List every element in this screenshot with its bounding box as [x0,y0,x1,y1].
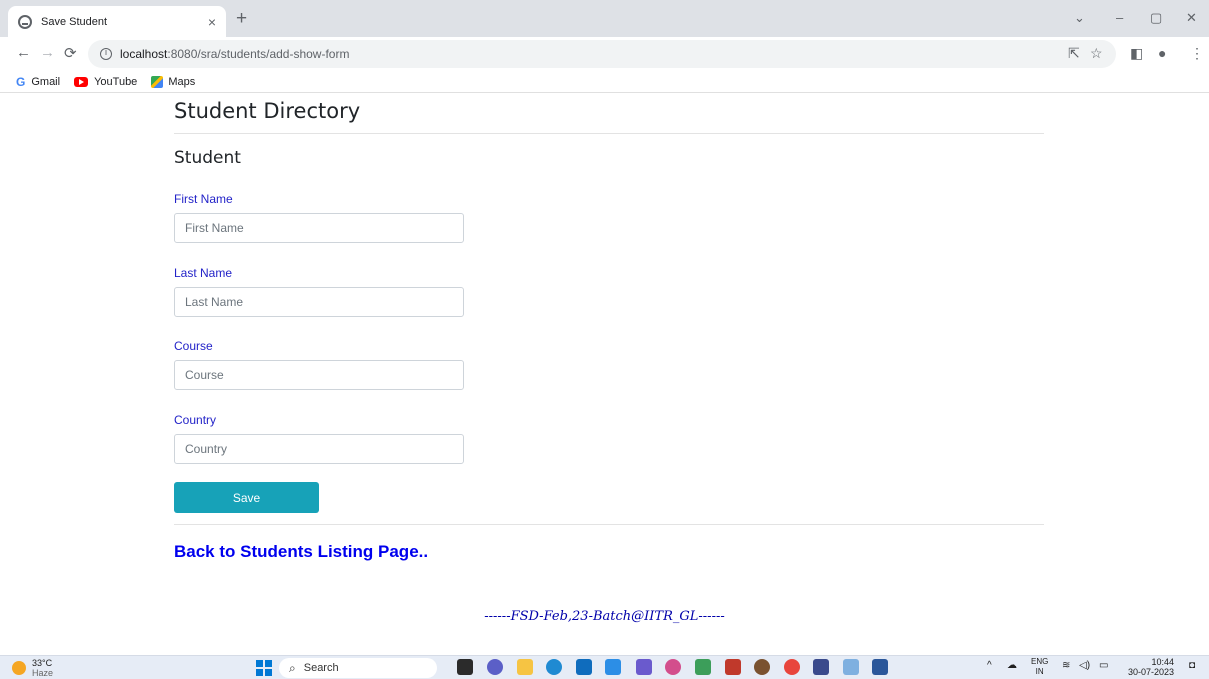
bookmark-label: YouTube [94,75,138,88]
country-field[interactable] [174,434,464,464]
browser-toolbar: ← → ⟳ i localhost:8080/sra/students/add-… [0,37,1209,71]
course-field[interactable] [174,360,464,390]
maps-icon [151,75,164,88]
last-name-label: Last Name [174,266,233,280]
close-window-icon[interactable]: ✕ [1186,10,1197,26]
country-label: Country [174,413,217,427]
new-tab-button[interactable]: + [236,8,247,30]
bookmark-label: Maps [168,75,196,88]
url-path: :8080/sra/students/add-show-form [167,47,350,61]
language-indicator[interactable]: ENG IN [1031,657,1048,677]
address-bar[interactable]: i localhost:8080/sra/students/add-show-f… [88,40,1116,68]
snipping-tool-icon[interactable] [843,659,859,675]
region-code: IN [1035,667,1044,676]
edge-icon[interactable] [546,659,562,675]
task-view-icon[interactable] [457,659,473,675]
wifi-icon[interactable]: ≋ [1062,660,1070,671]
course-label: Course [174,339,213,353]
system-clock[interactable]: 10:44 30-07-2023 [1128,657,1174,677]
teams-chat-icon[interactable] [487,659,503,675]
form-heading: Student [174,148,241,168]
clock-date: 30-07-2023 [1128,667,1175,677]
last-name-field[interactable] [174,287,464,317]
divider [174,133,1044,134]
gmail-icon: G [16,74,26,89]
chevron-up-icon[interactable]: ^ [987,660,992,671]
app-icon[interactable] [695,659,711,675]
profile-avatar-icon[interactable]: ● [1158,45,1166,61]
bookmark-label: Gmail [31,75,61,88]
weather-widget[interactable]: 33°C Haze [12,658,53,678]
onedrive-cloud-icon[interactable]: ☁ [1007,660,1017,671]
forward-arrow-icon[interactable]: → [40,44,55,61]
tab-search-chevron-icon[interactable]: ⌄ [1074,10,1085,26]
search-icon: ⌕ [289,660,296,675]
clock-time: 10:44 [1151,657,1175,667]
office-icon[interactable] [665,659,681,675]
notification-icon[interactable]: ◘ [1189,660,1195,671]
tab-title: Save Student [41,15,108,28]
save-button[interactable]: Save [174,482,319,513]
search-label: Search [303,662,339,674]
globe-icon [18,14,32,29]
telegram-icon[interactable] [605,659,621,675]
first-name-label: First Name [174,192,233,206]
weather-sun-icon [12,661,26,675]
side-panel-icon[interactable]: ◧ [1130,45,1143,62]
page-title: Student Directory [174,99,361,123]
bookmarks-bar: G Gmail YouTube Maps [0,71,1209,93]
divider [174,524,1044,525]
back-arrow-icon[interactable]: ← [16,44,31,61]
share-icon[interactable]: ⇱ [1068,45,1080,62]
minimize-icon[interactable]: – [1116,10,1123,25]
close-tab-icon[interactable]: × [208,14,216,30]
file-explorer-icon[interactable] [517,659,533,675]
reload-icon[interactable]: ⟳ [64,44,77,62]
restore-icon[interactable]: ▢ [1150,10,1162,26]
chrome-icon[interactable] [784,659,800,675]
taskbar-search[interactable]: ⌕ Search [279,658,437,678]
browser-tabstrip: Save Student × + ⌄ – ▢ ✕ [0,0,1209,37]
youtube-icon [74,76,89,87]
store-icon[interactable] [576,659,592,675]
browser-tab[interactable]: Save Student × [8,6,226,37]
bookmark-gmail[interactable]: G Gmail [16,75,60,89]
footer-text: ------FSD-Feb,23-Batch@IITR_GL------ [484,609,725,624]
first-name-field[interactable] [174,213,464,243]
url-host: localhost [120,47,168,61]
menu-kebab-icon[interactable]: ⋮ [1190,45,1204,62]
bookmark-youtube[interactable]: YouTube [74,76,137,88]
app-icon[interactable] [813,659,829,675]
language-code: ENG [1031,657,1049,666]
eclipse-icon[interactable] [754,659,770,675]
volume-icon[interactable]: ◁) [1079,660,1090,671]
app-icon[interactable] [636,659,652,675]
weather-condition: Haze [32,668,54,678]
back-to-listing-link[interactable]: Back to Students Listing Page.. [174,542,428,562]
app-icon[interactable] [725,659,741,675]
info-icon[interactable]: i [100,48,112,60]
bookmark-maps[interactable]: Maps [151,75,196,88]
battery-icon[interactable]: ▭ [1099,660,1108,671]
word-icon[interactable] [872,659,888,675]
start-windows-icon[interactable] [256,660,272,676]
windows-taskbar: 33°C Haze ⌕ Search ^ ☁ ENG IN ≋ ◁) ▭ 10:… [0,655,1209,679]
bookmark-star-icon[interactable]: ☆ [1090,45,1103,62]
temperature: 33°C [32,658,53,668]
